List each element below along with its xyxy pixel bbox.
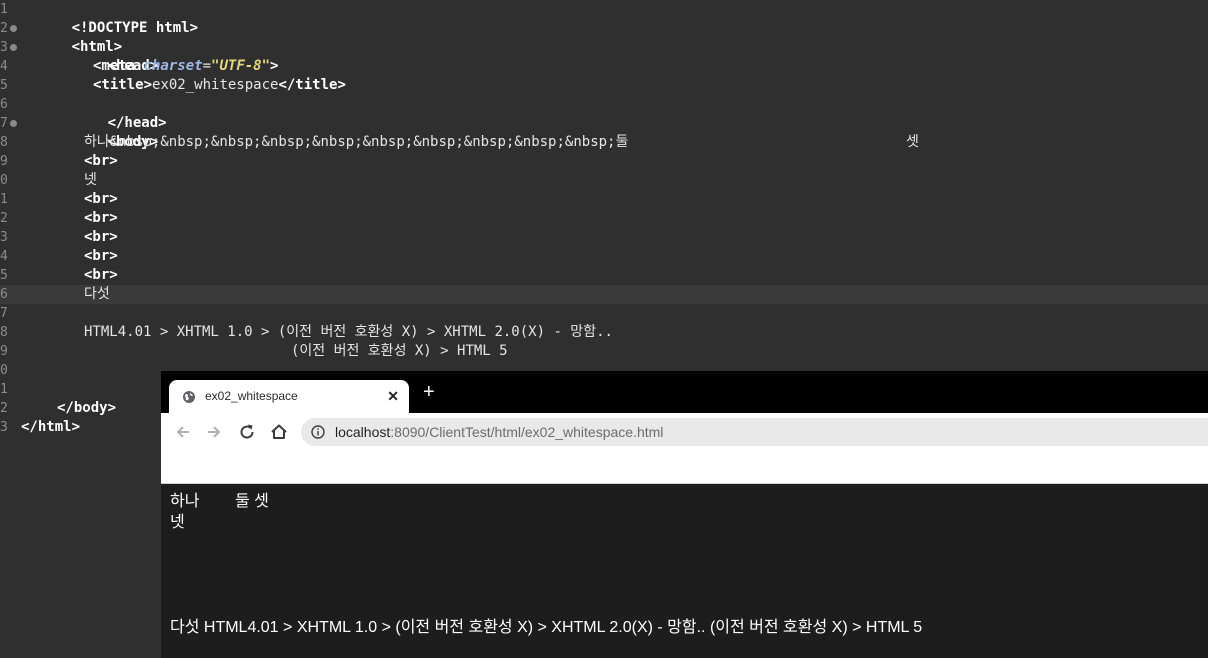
tab-strip: ex02_whitespace ✕ + [161, 371, 1208, 413]
body-text: HTML4.01 > XHTML 1.0 > (이전 버전 호환성 X) > X… [84, 324, 613, 340]
reload-icon[interactable] [237, 422, 257, 442]
close-icon[interactable]: ✕ [387, 388, 399, 405]
info-icon[interactable] [311, 425, 325, 439]
line-number: 3 [0, 420, 8, 435]
line-number: 2 [0, 401, 8, 416]
code-line: 2 <br> [0, 209, 1208, 228]
line-number: 6 [0, 97, 8, 112]
url-host: localhost [335, 424, 391, 440]
address-bar[interactable]: localhost:8090/ClientTest/html/ex02_whit… [301, 418, 1208, 446]
rendered-text-line: 하나 둘 셋 [170, 493, 269, 510]
line-number: 1 [0, 382, 8, 397]
code-line: 8 하나&nbsp;&nbsp;&nbsp;&nbsp;&nbsp;&nbsp;… [0, 133, 1208, 152]
html-close-tag: </html> [21, 419, 81, 435]
globe-icon [183, 391, 195, 403]
browser-toolbar: localhost:8090/ClientTest/html/ex02_whit… [161, 413, 1208, 451]
fold-marker-icon[interactable] [10, 25, 17, 32]
line-number: 0 [0, 363, 8, 378]
title-text: ex02_whitespace [152, 77, 279, 93]
body-text: 셋 [906, 134, 919, 150]
br-tag: <br> [84, 267, 118, 283]
line-number: 0 [0, 173, 8, 188]
line-number: 9 [0, 344, 8, 359]
code-line: 1 <br> [0, 190, 1208, 209]
browser-window: ex02_whitespace ✕ + localhost:8090/Clien… [161, 371, 1208, 658]
line-number: 4 [0, 249, 8, 264]
line-number: 6 [0, 287, 8, 302]
fold-marker-icon[interactable] [10, 44, 17, 51]
br-tag: <br> [84, 229, 118, 245]
line-number: 8 [0, 325, 8, 340]
meta-tag-close: > [270, 58, 279, 74]
code-line: 9 (이전 버전 호환성 X) > HTML 5 [0, 342, 1208, 361]
bookmarks-bar [161, 451, 1208, 484]
code-line: 0 넷 [0, 171, 1208, 190]
rendered-text-line: 다섯 HTML4.01 > XHTML 1.0 > (이전 버전 호환성 X) … [170, 619, 923, 636]
body-text: 하나&nbsp;&nbsp;&nbsp;&nbsp;&nbsp;&nbsp;&n… [84, 134, 629, 150]
fold-marker-icon[interactable] [10, 120, 17, 127]
back-arrow-icon[interactable] [173, 422, 193, 442]
code-line: 3 <head> [0, 38, 1208, 74]
code-line: 5 <title>ex02_whitespace</title> [0, 76, 1208, 95]
code-line: 2 <html> [0, 19, 1208, 55]
charset-attribute: charset [143, 58, 203, 74]
meta-tag: <meta [93, 58, 144, 74]
line-number: 5 [0, 78, 8, 93]
body-text: 넷 [84, 172, 97, 188]
line-number: 1 [0, 192, 8, 207]
br-tag: <br> [84, 191, 118, 207]
code-line: 4 <meta charset="UTF-8"> [0, 57, 1208, 76]
title-close-tag: </title> [278, 77, 346, 93]
equals-sign: = [202, 58, 212, 74]
code-line: 3 <br> [0, 228, 1208, 247]
home-icon[interactable] [269, 422, 289, 442]
code-line: 4 <br> [0, 247, 1208, 266]
new-tab-button[interactable]: + [423, 382, 435, 402]
code-line: 8 HTML4.01 > XHTML 1.0 > (이전 버전 호환성 X) >… [0, 323, 1208, 342]
code-line: 1 <!DOCTYPE html> [0, 0, 1208, 36]
url-text: localhost:8090/ClientTest/html/ex02_whit… [335, 424, 663, 440]
br-tag: <br> [84, 153, 118, 169]
code-line: 7 [0, 304, 1208, 323]
line-number: 9 [0, 154, 8, 169]
line-number: 3 [0, 230, 8, 245]
tab-title: ex02_whitespace [205, 389, 298, 403]
browser-tab[interactable]: ex02_whitespace ✕ [169, 380, 409, 413]
code-line: 6 </head> [0, 95, 1208, 131]
body-text: (이전 버전 호환성 X) > HTML 5 [291, 343, 508, 359]
body-close-tag: </body> [57, 400, 117, 416]
current-code-line: 6 다섯 [0, 285, 1208, 304]
br-tag: <br> [84, 210, 118, 226]
code-line: 7 <body> [0, 114, 1208, 150]
line-number: 8 [0, 135, 8, 150]
line-number: 4 [0, 59, 8, 74]
rendered-text-line: 넷 [170, 514, 185, 531]
line-number: 5 [0, 268, 8, 283]
forward-arrow-icon[interactable] [204, 422, 224, 442]
body-text: 다섯 [84, 286, 110, 302]
line-number: 2 [0, 211, 8, 226]
charset-value: "UTF-8" [211, 58, 271, 74]
br-tag: <br> [84, 248, 118, 264]
page-content: 하나 둘 셋 넷 다섯 HTML4.01 > XHTML 1.0 > (이전 버… [161, 484, 1208, 658]
line-number: 1 [0, 2, 8, 17]
code-line: 9 <br> [0, 152, 1208, 171]
url-path: :8090/ClientTest/html/ex02_whitespace.ht… [390, 424, 664, 440]
title-open-tag: <title> [93, 77, 153, 93]
code-line: 5 <br> [0, 266, 1208, 285]
line-number: 7 [0, 306, 8, 321]
